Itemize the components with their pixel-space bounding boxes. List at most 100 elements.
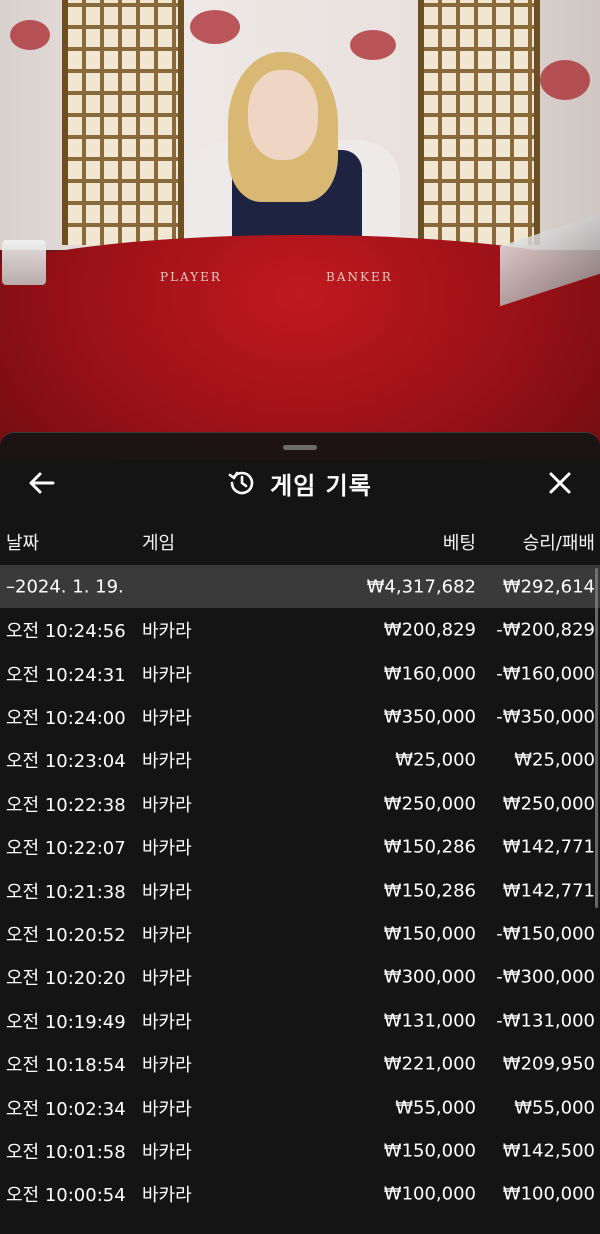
- row-bet: ₩55,000: [395, 1097, 476, 1119]
- row-game: 바카라: [142, 1185, 192, 1207]
- row-time: 오전 10:01:58: [6, 1141, 126, 1163]
- row-bet: ₩250,000: [383, 793, 476, 815]
- row-time: 오전 10:22:38: [6, 794, 126, 816]
- row-game: 바카라: [142, 838, 192, 860]
- row-game: 바카라: [142, 621, 192, 643]
- row-result: -₩131,000: [496, 1010, 595, 1032]
- row-bet: ₩350,000: [383, 706, 476, 728]
- dealer-face: [248, 70, 318, 160]
- row-time: 오전 10:19:49: [6, 1011, 126, 1033]
- column-header-game: 게임: [142, 533, 176, 554]
- live-dealer-video: PLAYER BANKER: [0, 0, 600, 460]
- row-game: 바카라: [142, 1055, 192, 1077]
- blossom-decoration: [540, 60, 590, 100]
- game-history-sheet: 게임 기록 날짜 게임 베팅 승리/패배 –2024. 1. 19. ₩4,31…: [0, 432, 600, 1234]
- history-row[interactable]: 오전 10:01:58 바카라 ₩150,000 ₩142,500: [0, 1129, 600, 1172]
- history-row[interactable]: 오전 10:24:56 바카라 ₩200,829 -₩200,829: [0, 609, 600, 652]
- history-row[interactable]: 오전 10:00:54 바카라 ₩100,000 ₩100,000: [0, 1173, 600, 1216]
- row-time: 오전 10:22:07: [6, 838, 126, 860]
- row-result: -₩350,000: [496, 706, 595, 728]
- row-time: 오전 10:24:00: [6, 708, 126, 730]
- row-result: -₩200,829: [496, 619, 595, 641]
- history-row[interactable]: 오전 10:02:34 바카라 ₩55,000 ₩55,000: [0, 1086, 600, 1129]
- history-list[interactable]: –2024. 1. 19. ₩4,317,682 ₩292,614 오전 10:…: [0, 565, 600, 1216]
- wooden-screen: [418, 0, 540, 245]
- row-time: 오전 10:23:04: [6, 751, 126, 773]
- row-game: 바카라: [142, 1011, 192, 1033]
- row-result: -₩300,000: [496, 966, 595, 988]
- row-result: -₩150,000: [496, 923, 595, 945]
- row-game: 바카라: [142, 1098, 192, 1120]
- column-header-bet: 베팅: [442, 533, 476, 554]
- back-button[interactable]: [22, 463, 62, 503]
- row-game: 바카라: [142, 794, 192, 816]
- row-game: 바카라: [142, 751, 192, 773]
- summary-result-total: ₩292,614: [502, 576, 595, 597]
- row-bet: ₩150,286: [383, 836, 476, 858]
- summary-date: –2024. 1. 19.: [6, 576, 124, 597]
- column-header-result: 승리/패배: [522, 533, 595, 554]
- history-row[interactable]: 오전 10:22:07 바카라 ₩150,286 ₩142,771: [0, 826, 600, 869]
- row-result: ₩100,000: [502, 1183, 595, 1205]
- close-icon: [549, 472, 571, 494]
- row-game: 바카라: [142, 708, 192, 730]
- sheet-drag-handle[interactable]: [283, 445, 317, 450]
- row-result: ₩142,771: [502, 836, 595, 858]
- row-bet: ₩100,000: [383, 1183, 476, 1205]
- row-bet: ₩131,000: [383, 1010, 476, 1032]
- row-game: 바카라: [142, 925, 192, 947]
- row-bet: ₩221,000: [383, 1053, 476, 1075]
- row-bet: ₩300,000: [383, 966, 476, 988]
- history-row[interactable]: 오전 10:20:52 바카라 ₩150,000 -₩150,000: [0, 912, 600, 955]
- row-game: 바카라: [142, 881, 192, 903]
- row-game: 바카라: [142, 1141, 192, 1163]
- row-bet: ₩150,000: [383, 923, 476, 945]
- row-result: ₩142,500: [502, 1140, 595, 1162]
- row-bet: ₩200,829: [383, 619, 476, 641]
- row-time: 오전 10:24:56: [6, 621, 126, 643]
- row-result: ₩25,000: [514, 749, 595, 771]
- date-summary-row[interactable]: –2024. 1. 19. ₩4,317,682 ₩292,614: [0, 565, 600, 608]
- row-result: -₩160,000: [496, 663, 595, 685]
- row-game: 바카라: [142, 968, 192, 990]
- history-row[interactable]: 오전 10:24:31 바카라 ₩160,000 -₩160,000: [0, 652, 600, 695]
- row-result: ₩250,000: [502, 793, 595, 815]
- summary-bet-total: ₩4,317,682: [366, 576, 476, 597]
- column-header-date: 날짜: [6, 533, 40, 554]
- history-row[interactable]: 오전 10:19:49 바카라 ₩131,000 -₩131,000: [0, 999, 600, 1042]
- player-table-label: PLAYER: [160, 270, 222, 284]
- row-time: 오전 10:00:54: [6, 1185, 126, 1207]
- blossom-decoration: [10, 20, 50, 50]
- history-icon: [228, 471, 254, 495]
- history-row[interactable]: 오전 10:21:38 바카라 ₩150,286 ₩142,771: [0, 869, 600, 912]
- row-time: 오전 10:21:38: [6, 881, 126, 903]
- wooden-screen: [62, 0, 184, 245]
- row-result: ₩209,950: [502, 1053, 595, 1075]
- history-row[interactable]: 오전 10:24:00 바카라 ₩350,000 -₩350,000: [0, 695, 600, 738]
- row-bet: ₩25,000: [395, 749, 476, 771]
- row-time: 오전 10:24:31: [6, 664, 126, 686]
- row-bet: ₩150,000: [383, 1140, 476, 1162]
- row-time: 오전 10:20:52: [6, 925, 126, 947]
- arrow-left-icon: [29, 472, 55, 494]
- sheet-title: 게임 기록: [270, 471, 372, 500]
- blossom-decoration: [190, 10, 240, 44]
- scrollbar[interactable]: [595, 568, 598, 908]
- row-bet: ₩160,000: [383, 663, 476, 685]
- history-row[interactable]: 오전 10:22:38 바카라 ₩250,000 ₩250,000: [0, 782, 600, 825]
- history-row[interactable]: 오전 10:20:20 바카라 ₩300,000 -₩300,000: [0, 956, 600, 999]
- row-time: 오전 10:20:20: [6, 968, 126, 990]
- row-time: 오전 10:18:54: [6, 1055, 126, 1077]
- row-result: ₩55,000: [514, 1097, 595, 1119]
- row-bet: ₩150,286: [383, 880, 476, 902]
- history-row[interactable]: 오전 10:23:04 바카라 ₩25,000 ₩25,000: [0, 739, 600, 782]
- row-result: ₩142,771: [502, 880, 595, 902]
- banker-table-label: BANKER: [326, 270, 393, 284]
- close-button[interactable]: [540, 463, 580, 503]
- history-row[interactable]: 오전 10:18:54 바카라 ₩221,000 ₩209,950: [0, 1043, 600, 1086]
- sheet-header: 게임 기록: [0, 463, 600, 503]
- blossom-decoration: [350, 30, 396, 60]
- card-deck: [2, 240, 46, 285]
- row-time: 오전 10:02:34: [6, 1098, 126, 1120]
- row-game: 바카라: [142, 664, 192, 686]
